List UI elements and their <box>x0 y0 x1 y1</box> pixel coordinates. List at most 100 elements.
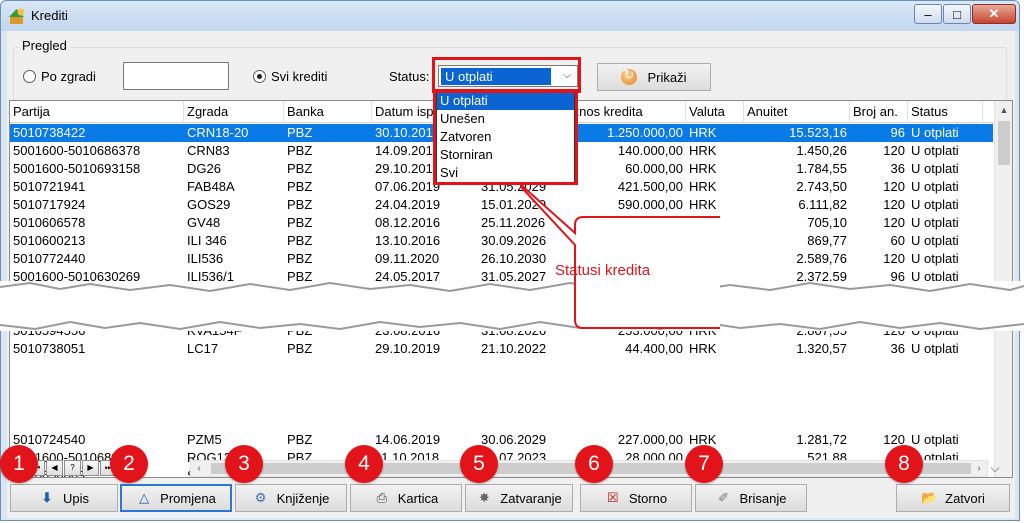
prikazi-button[interactable]: Prikaži <box>597 63 711 91</box>
table-cell: 5010738051 <box>13 341 86 356</box>
table-cell: 60 <box>890 233 905 248</box>
table-cell: 5010724540 <box>13 432 86 447</box>
title-bar[interactable]: Krediti – □ ✕ <box>1 1 1019 31</box>
brisanje-button[interactable]: ✐ Brisanje <box>695 484 807 512</box>
table-row[interactable]: 5010724540 PZM5 PBZ 14.06.2019 30.06.2029 227… <box>10 431 993 449</box>
folder-icon: 📂 <box>921 490 938 505</box>
table-cell: FAB48A <box>187 179 235 194</box>
storno-button-label: Storno <box>628 490 668 506</box>
column-header[interactable]: Partija <box>10 101 184 123</box>
table-cell: 2.589,76 <box>796 251 847 266</box>
table-cell: PBZ <box>287 161 313 176</box>
table-cell: 5010721941 <box>13 179 86 194</box>
chevron-down-icon[interactable]: ⌵ <box>988 461 1002 476</box>
table-cell: CRN18-20 <box>187 125 249 140</box>
table-cell: 21.10.2022 <box>481 341 547 356</box>
table-cell: 120 <box>883 197 905 212</box>
table-cell: U otplati <box>911 341 959 356</box>
table-cell: 120 <box>883 215 905 230</box>
table-cell: 30.06.2029 <box>481 432 547 447</box>
table-cell: U otplati <box>911 161 959 176</box>
table-cell: U otplati <box>911 233 959 248</box>
table-row[interactable]: 5010606578GV48PBZ08.12.201625.11.2026HRK… <box>10 214 993 232</box>
torn-edge-graphic <box>0 281 1024 331</box>
radio-po-zgradi-label: Po zgradi <box>41 69 96 84</box>
zgrada-input[interactable] <box>123 62 229 90</box>
radio-svi-krediti[interactable]: Svi krediti <box>253 69 327 84</box>
column-header[interactable]: Valuta <box>686 101 744 123</box>
table-cell: U otplati <box>911 215 959 230</box>
storno-icon: ☒ <box>607 490 619 505</box>
column-header[interactable]: Broj an. <box>850 101 908 123</box>
maximize-button[interactable]: □ <box>943 4 971 24</box>
table-row[interactable]: 5010738051 LC17 PBZ 29.10.2019 21.10.2022 44.… <box>10 340 993 358</box>
table-cell: PBZ <box>287 215 313 230</box>
scroll-left-icon[interactable]: ‹ <box>191 461 207 476</box>
close-icon: ✕ <box>988 6 1000 21</box>
table-cell: 96 <box>890 125 905 140</box>
radio-po-zgradi[interactable]: Po zgradi <box>23 69 96 84</box>
upis-button[interactable]: ⬇ Upis <box>10 484 118 512</box>
nav-next-button[interactable]: ▶ <box>82 460 99 476</box>
zatvori-button[interactable]: 📂 Zatvori <box>896 484 1010 512</box>
table-cell: 29.10.2019 <box>375 341 441 356</box>
callout-bubble <box>520 182 720 329</box>
bottom-toolbar: ⬇ Upis △ Promjena ⚙ Knjiženje ⎙ Kartica … <box>6 484 1016 514</box>
table-cell: U otplati <box>911 432 959 447</box>
edit-triangle-icon: △ <box>139 490 150 505</box>
table-cell: U otplati <box>911 143 959 158</box>
table-cell: HRK <box>689 143 717 158</box>
radio-svi-krediti-circle <box>253 70 266 83</box>
kartica-button[interactable]: ⎙ Kartica <box>350 484 462 512</box>
minimize-button[interactable]: – <box>914 4 942 24</box>
kartica-button-label: Kartica <box>397 490 439 506</box>
table-cell: DG26 <box>187 161 221 176</box>
table-row[interactable]: 5010717924 GOS29 PBZ 24.04.2019 15.01.2029 59… <box>10 196 993 214</box>
navigator-bar: ⏮ ◀ ? ▶ ⏭ ‹ › ⌵ <box>10 460 1016 477</box>
column-header[interactable]: Iznos kredita <box>566 101 686 123</box>
table-cell: GOS29 <box>187 197 231 212</box>
zatvaranje-button-label: Zatvaranje <box>500 490 562 506</box>
table-cell: HRK <box>689 341 717 356</box>
table-cell: 15.523,16 <box>789 125 847 140</box>
table-cell: LC17 <box>187 341 219 356</box>
badge-2: 2 <box>110 445 148 483</box>
scroll-up-icon[interactable]: ▲ <box>995 101 1012 119</box>
table-cell: 1.450,26 <box>796 143 847 158</box>
table-cell: 14.06.2019 <box>375 432 441 447</box>
scroll-right-icon[interactable]: › <box>971 461 987 476</box>
table-cell: 1.784,55 <box>796 161 847 176</box>
table-cell: CRN83 <box>187 143 230 158</box>
table-row[interactable]: 5010772440ILI536PBZ09.11.202026.10.2030H… <box>10 250 993 268</box>
close-button[interactable]: ✕ <box>972 4 1016 24</box>
promjena-button[interactable]: △ Promjena <box>120 484 232 512</box>
badge-1: 1 <box>0 445 38 483</box>
table-cell: U otplati <box>911 179 959 194</box>
column-header[interactable]: Zgrada <box>184 101 284 123</box>
table-cell: 24.04.2019 <box>375 197 441 212</box>
nav-help-button[interactable]: ? <box>64 460 81 476</box>
column-header[interactable]: Anuitet <box>744 101 850 123</box>
badge-3: 3 <box>225 445 263 483</box>
table-cell: 2.743,50 <box>796 179 847 194</box>
table-cell: 5001600-5010686378 <box>13 143 141 158</box>
maximize-icon: □ <box>953 6 961 22</box>
nav-prev-button[interactable]: ◀ <box>46 460 63 476</box>
table-cell: 869,77 <box>807 233 847 248</box>
callout-text: Statusi kredita <box>555 262 651 279</box>
table-cell: 120 <box>883 179 905 194</box>
storno-button[interactable]: ☒ Storno <box>580 484 692 512</box>
table-row[interactable]: 5010600213 ILI 346 PBZ 13.10.2016 30.09.2026… <box>10 232 993 250</box>
column-header[interactable]: Status <box>908 101 983 123</box>
table-cell: PBZ <box>287 143 313 158</box>
torn-paper-cut <box>0 281 1024 331</box>
zatvaranje-button[interactable]: ✸ Zatvaranje <box>465 484 573 512</box>
table-cell: 1.320,57 <box>796 341 847 356</box>
table-cell: 13.10.2016 <box>375 233 441 248</box>
column-header[interactable]: Banka <box>284 101 372 123</box>
table-cell: PBZ <box>287 197 313 212</box>
knjizenje-button[interactable]: ⚙ Knjiženje <box>235 484 347 512</box>
table-cell: 120 <box>883 143 905 158</box>
table-cell: 1.281,72 <box>796 432 847 447</box>
scroll-thumb[interactable] <box>998 121 1010 165</box>
